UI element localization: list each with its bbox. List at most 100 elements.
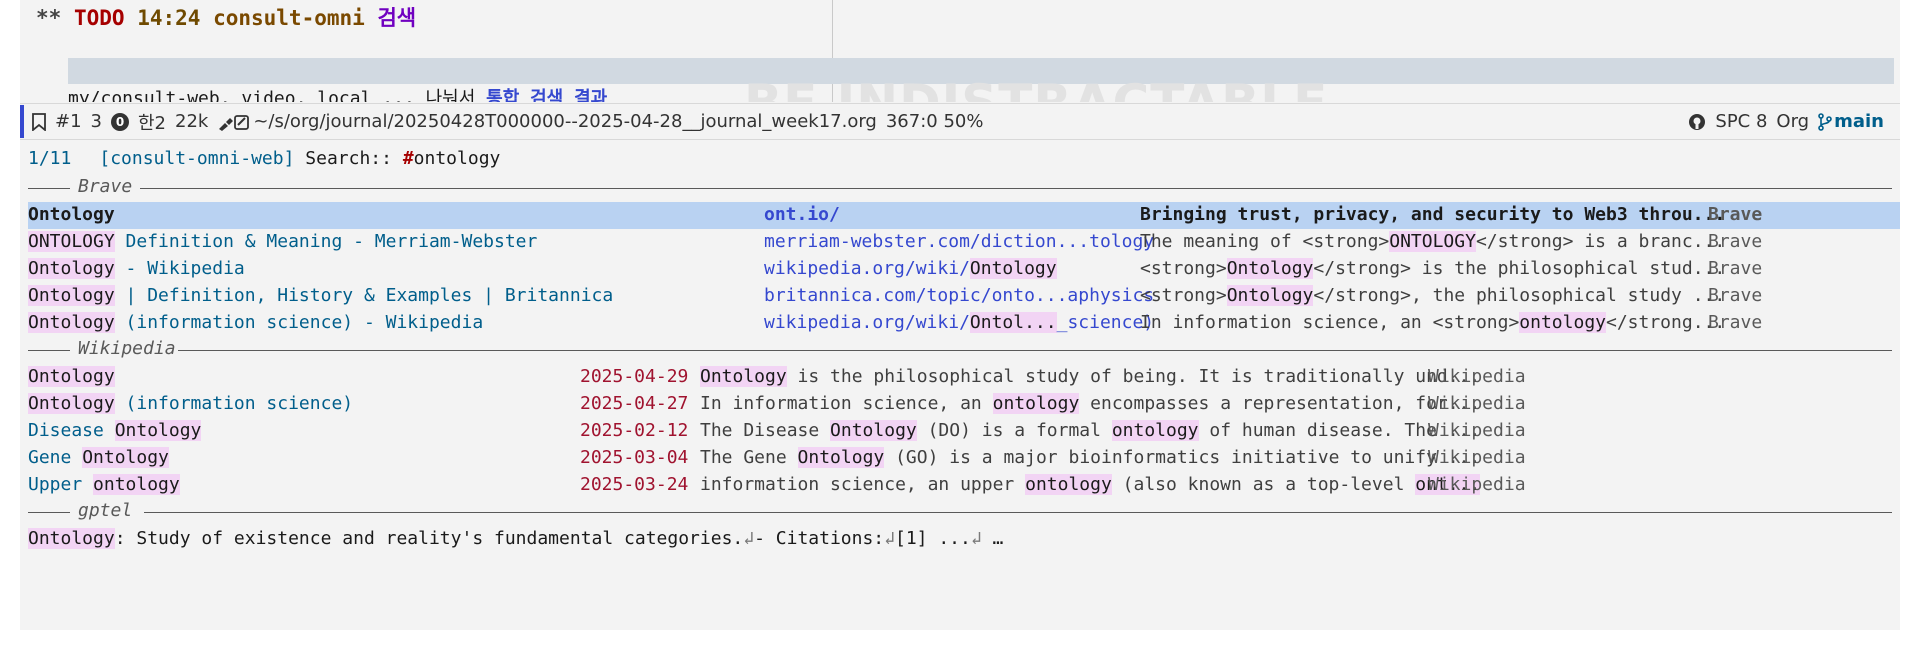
prompt-label: Search:: bbox=[305, 148, 392, 169]
candidate-row[interactable]: Ontology ont.io/ Bringing trust, privacy… bbox=[28, 202, 1900, 229]
candidate-title: Ontology | Definition, History & Example… bbox=[28, 285, 613, 306]
bookmark-icon bbox=[32, 111, 46, 132]
heading-title-korean: 검색 bbox=[377, 6, 417, 30]
match-highlight: Ontol... bbox=[969, 312, 1057, 333]
candidate-title: Ontology bbox=[28, 366, 115, 387]
match-highlight: Ontology bbox=[28, 393, 115, 414]
candidate-description: <strong>Ontology</strong>, the philosoph… bbox=[1140, 285, 1725, 306]
candidate-row[interactable]: Ontology | Definition, History & Example… bbox=[28, 283, 1900, 310]
desc-text: is the philosophical study of being. It … bbox=[786, 366, 1481, 387]
group-header-brave: Brave bbox=[28, 175, 1900, 202]
desc-text: The Gene bbox=[700, 447, 798, 468]
candidate-title: Upper ontology bbox=[28, 474, 180, 495]
match-highlight: Ontology bbox=[28, 528, 115, 549]
candidate-source: Brave bbox=[1708, 231, 1763, 252]
desc-text: The Disease bbox=[700, 420, 831, 441]
desc-text: (GO) is a major bioinformatics initiativ… bbox=[884, 447, 1481, 468]
gptel-ellipsis: … bbox=[981, 528, 1004, 549]
prompt-source: [consult-omni-web] bbox=[99, 148, 295, 169]
candidate-row[interactable]: Ontology - Wikipedia wikipedia.org/wiki/… bbox=[28, 256, 1900, 283]
candidate-title: Disease Ontology bbox=[28, 420, 202, 441]
match-highlight: ontology bbox=[1111, 420, 1199, 441]
heading-time: 14:24 bbox=[137, 6, 201, 30]
candidate-description: In information science, an <strong>ontol… bbox=[1140, 312, 1725, 333]
match-highlight: ontology bbox=[93, 474, 180, 495]
candidate-row[interactable]: Ontology: Study of existence and reality… bbox=[28, 526, 1900, 555]
url-text: wikipedia.org/wiki/ bbox=[764, 258, 970, 279]
match-highlight: Ontology bbox=[1226, 258, 1314, 279]
group-rule-right bbox=[140, 188, 1892, 189]
major-mode[interactable]: Org bbox=[1776, 111, 1809, 132]
mode-line-active-bar bbox=[20, 105, 24, 138]
match-highlight: Ontology bbox=[28, 366, 115, 387]
match-highlight: ONTOLOGY bbox=[1389, 231, 1476, 252]
match-highlight: Ontology bbox=[82, 447, 169, 468]
desc-text: <strong> bbox=[1140, 285, 1227, 306]
mode-line-left: #1 3 0 한2 22k ~/s/org/journal/20250428T0… bbox=[32, 109, 992, 135]
minibuffer: 1/11 [consult-omni-web] Search:: #ontolog… bbox=[28, 148, 1900, 555]
match-highlight: ontology bbox=[1025, 474, 1112, 495]
body-link[interactable]: 통합 검색 결과 bbox=[486, 88, 607, 102]
desc-text: The meaning of <strong> bbox=[1140, 231, 1390, 252]
watermark-text: BE INDISTRACTABLE bbox=[744, 74, 1328, 102]
candidate-source: Brave bbox=[1708, 312, 1763, 333]
desc-text: (DO) is a formal bbox=[916, 420, 1112, 441]
group-label: Brave bbox=[78, 176, 141, 197]
github-icon bbox=[1688, 111, 1706, 132]
org-heading[interactable]: ** TODO 14:24 consult-omni 검색 bbox=[36, 2, 416, 32]
org-body-line[interactable]: my/consult-web, video, local ... 나눠서 통합 … bbox=[68, 84, 607, 102]
title-rest: | Definition, History & Examples | Brita… bbox=[114, 285, 614, 306]
candidate-source: Wikipedia bbox=[1428, 447, 1526, 468]
candidate-url: britannica.com/topic/onto...aphysics bbox=[764, 285, 1155, 306]
candidate-row[interactable]: Ontology (information science) 2025-04-2… bbox=[28, 391, 1900, 418]
candidate-row[interactable]: Ontology 2025-04-29 Ontology is the phil… bbox=[28, 364, 1900, 391]
candidate-description: The Gene Ontology (GO) is a major bioinf… bbox=[700, 447, 1480, 468]
candidate-row[interactable]: Ontology (information science) - Wikiped… bbox=[28, 310, 1900, 337]
heading-stars: ** bbox=[36, 6, 62, 30]
group-rule-right bbox=[144, 512, 1892, 513]
candidate-date: 2025-02-12 bbox=[580, 420, 689, 441]
candidate-url: ont.io/ bbox=[764, 204, 840, 225]
info-zero-icon[interactable]: 0 bbox=[111, 112, 129, 131]
candidate-url: wikipedia.org/wiki/Ontol..._science) bbox=[764, 312, 1154, 333]
match-highlight: Ontology bbox=[28, 258, 115, 279]
minibuffer-prompt[interactable]: 1/11 [consult-omni-web] Search:: #ontolog… bbox=[28, 148, 1900, 175]
org-buffer[interactable]: ** TODO 14:24 consult-omni 검색 my/consult… bbox=[20, 0, 1900, 102]
candidate-title: ONTOLOGY Definition & Meaning - Merriam-… bbox=[28, 231, 537, 252]
search-input[interactable]: ontology bbox=[414, 148, 501, 169]
match-highlight: Ontology bbox=[797, 447, 885, 468]
candidate-row[interactable]: Gene Ontology 2025-03-04 The Gene Ontolo… bbox=[28, 445, 1900, 472]
candidate-url: merriam-webster.com/diction...tology bbox=[764, 231, 1155, 252]
candidate-description: Ontology is the philosophical study of b… bbox=[700, 366, 1480, 387]
match-highlight: Ontology bbox=[114, 420, 202, 441]
title-rest: - Wikipedia bbox=[114, 258, 245, 279]
match-highlight: ontology bbox=[992, 393, 1080, 414]
match-highlight: ONTOLOGY bbox=[28, 231, 115, 252]
title-rest: Definition & Meaning - Merriam-Webster bbox=[114, 231, 538, 252]
group-rule-left bbox=[28, 188, 70, 189]
match-highlight: Ontology bbox=[1226, 285, 1314, 306]
match-highlight: ontology bbox=[1519, 312, 1606, 333]
candidate-row[interactable]: ONTOLOGY Definition & Meaning - Merriam-… bbox=[28, 229, 1900, 256]
group-header-gptel: gptel bbox=[28, 499, 1900, 526]
candidate-source: Wikipedia bbox=[1428, 420, 1526, 441]
file-path[interactable]: ~/s/org/journal/20250428T000000--2025-04… bbox=[253, 111, 877, 132]
git-branch[interactable]: main bbox=[1834, 111, 1884, 132]
group-rule-left bbox=[28, 512, 70, 513]
candidate-count: 1/11 bbox=[28, 148, 72, 169]
candidate-row[interactable]: Disease Ontology 2025-02-12 The Disease … bbox=[28, 418, 1900, 445]
group-label: gptel bbox=[78, 500, 141, 521]
desc-text: </strong>, the philosophical study ... bbox=[1313, 285, 1726, 306]
candidate-source: Brave bbox=[1708, 258, 1763, 279]
desc-text: <strong> bbox=[1140, 258, 1227, 279]
candidate-source: Wikipedia bbox=[1428, 366, 1526, 387]
query-hash: # bbox=[402, 148, 414, 169]
group-header-wikipedia: Wikipedia bbox=[28, 337, 1900, 364]
candidate-source: Brave bbox=[1708, 285, 1763, 306]
desc-text: </strong> is a branc... bbox=[1475, 231, 1726, 252]
input-method[interactable]: 한2 bbox=[138, 109, 166, 135]
candidate-row[interactable]: Upper ontology 2025-03-24 information sc… bbox=[28, 472, 1900, 499]
desc-text: information science, an upper bbox=[700, 474, 1026, 495]
match-highlight: Ontology bbox=[969, 258, 1057, 279]
candidate-description: In information science, an ontology enco… bbox=[700, 393, 1480, 414]
